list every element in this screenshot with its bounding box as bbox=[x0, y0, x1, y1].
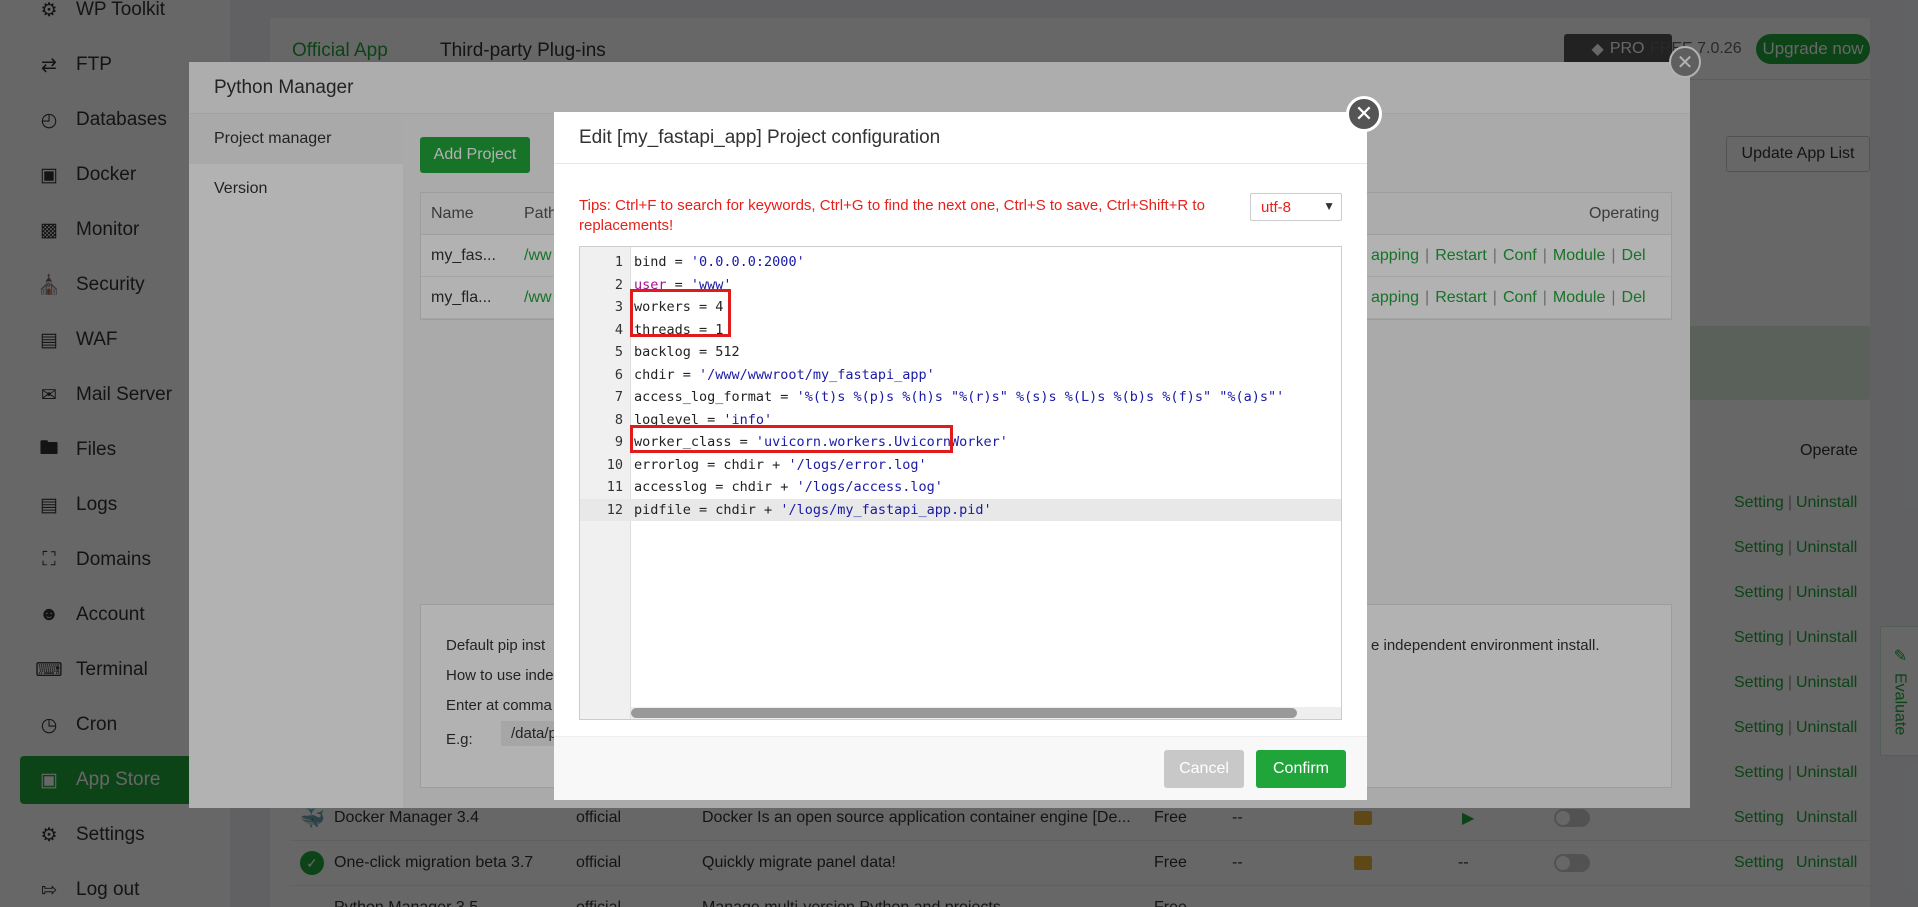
code-token: access_log_format = bbox=[634, 389, 797, 405]
line-number: 12 bbox=[606, 501, 623, 518]
code-text: chdir = '/www/wwwroot/my_fastapi_app' bbox=[634, 364, 935, 387]
code-text: access_log_format = '%(t)s %(p)s %(h)s "… bbox=[634, 386, 1284, 409]
code-line[interactable]: 10 errorlog = chdir + '/logs/error.log' bbox=[580, 454, 1341, 477]
code-token: accesslog = chdir + bbox=[634, 479, 797, 495]
line-number: 8 bbox=[614, 411, 623, 428]
code-editor[interactable]: 1 bind = '0.0.0.0:2000' 2 user = 'www' 3 work… bbox=[579, 246, 1342, 720]
code-line[interactable]: 6 chdir = '/www/wwwroot/my_fastapi_app' bbox=[580, 364, 1341, 387]
dialog-title: Edit [my_fastapi_app] Project configurat… bbox=[554, 112, 1367, 164]
encoding-value: utf-8 bbox=[1261, 198, 1292, 216]
confirm-button[interactable]: Confirm bbox=[1256, 750, 1346, 788]
code-token: errorlog = chdir + bbox=[634, 456, 789, 473]
line-number: 5 bbox=[614, 344, 623, 360]
code-token: bind = bbox=[634, 254, 691, 270]
editor-tips: Tips: Ctrl+F to search for keywords, Ctr… bbox=[579, 197, 1205, 234]
scrollbar-thumb[interactable] bbox=[631, 708, 1297, 718]
line-number: 4 bbox=[614, 321, 623, 338]
code-token: '0.0.0.0:2000' bbox=[690, 254, 805, 270]
code-text: accesslog = chdir + '/logs/access.log' bbox=[634, 476, 943, 499]
line-number: 11 bbox=[606, 479, 623, 495]
code-token: '/www/wwwroot/my_fastapi_app' bbox=[699, 366, 935, 383]
line-number: 1 bbox=[614, 254, 623, 270]
dialog-footer: Cancel Confirm bbox=[554, 736, 1367, 800]
cancel-button[interactable]: Cancel bbox=[1164, 750, 1244, 788]
code-text: errorlog = chdir + '/logs/error.log' bbox=[634, 454, 927, 477]
code-text: backlog = 512 bbox=[634, 341, 740, 364]
line-number: 7 bbox=[614, 389, 623, 405]
code-token: backlog = 512 bbox=[634, 344, 740, 360]
highlight-box bbox=[630, 289, 731, 337]
code-line[interactable]: 5 backlog = 512 bbox=[580, 341, 1341, 364]
encoding-select[interactable]: utf-8 ▼ bbox=[1250, 193, 1342, 221]
code-token: '%(t)s %(p)s %(h)s "%(r)s" %(s)s %(L)s %… bbox=[796, 389, 1285, 405]
code-text: pidfile = chdir + '/logs/my_fastapi_app.… bbox=[634, 499, 992, 522]
line-number: 2 bbox=[614, 276, 623, 293]
code-line[interactable]: 1 bind = '0.0.0.0:2000' bbox=[580, 251, 1341, 274]
horizontal-scrollbar[interactable] bbox=[631, 707, 1341, 719]
code-line[interactable]: 11 accesslog = chdir + '/logs/access.log' bbox=[580, 476, 1341, 499]
line-number: 9 bbox=[614, 434, 623, 450]
code-token: pidfile = chdir + bbox=[634, 501, 781, 518]
chevron-down-icon: ▼ bbox=[1323, 199, 1335, 213]
highlight-box bbox=[630, 425, 953, 453]
line-number: 6 bbox=[614, 366, 623, 383]
code-token: chdir = bbox=[634, 366, 700, 383]
code-token: '/logs/my_fastapi_app.pid' bbox=[780, 501, 992, 518]
code-line[interactable]: 7 access_log_format = '%(t)s %(p)s %(h)s … bbox=[580, 386, 1341, 409]
code-token: '/logs/access.log' bbox=[796, 479, 943, 495]
close-icon[interactable]: ✕ bbox=[1346, 96, 1382, 132]
code-line[interactable]: 12 pidfile = chdir + '/logs/my_fastapi_ap… bbox=[580, 498, 1341, 522]
code-text: bind = '0.0.0.0:2000' bbox=[634, 251, 805, 274]
line-number: 10 bbox=[606, 456, 623, 473]
line-number: 3 bbox=[614, 299, 623, 315]
code-token: '/logs/error.log' bbox=[788, 456, 927, 473]
edit-config-dialog: Edit [my_fastapi_app] Project configurat… bbox=[554, 96, 1382, 800]
